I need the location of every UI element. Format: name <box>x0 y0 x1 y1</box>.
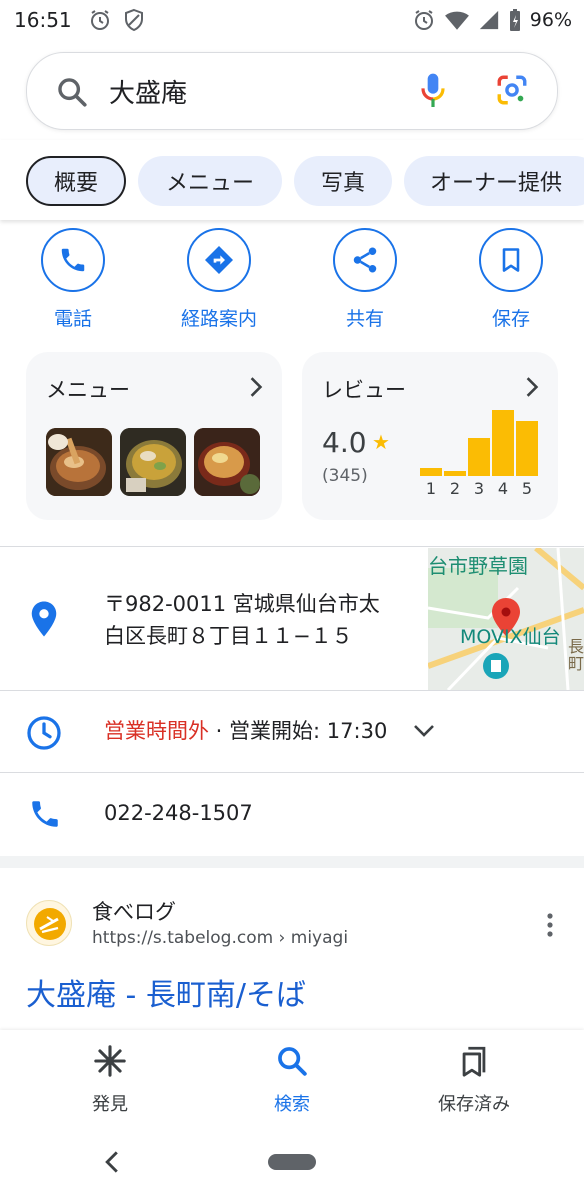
tab-menu[interactable]: メニュー <box>138 156 282 206</box>
saved-icon <box>462 1046 486 1077</box>
hours-opens: 営業開始: 17:30 <box>229 719 388 743</box>
save-label: 保存 <box>491 308 530 330</box>
result-title-link[interactable]: 大盛庵 - 長町南/そば <box>26 970 306 1014</box>
rating-bar-1 <box>420 468 442 476</box>
hours-separator: · <box>209 719 230 743</box>
star-icon: ★ <box>372 430 390 454</box>
share-label: 共有 <box>345 308 384 330</box>
nav-discover-label: 発見 <box>92 1094 128 1115</box>
search-icon <box>58 78 87 107</box>
battery-icon <box>509 9 520 31</box>
phone-icon <box>61 248 85 272</box>
phone-row[interactable]: 022-248-1507 <box>0 773 584 855</box>
chevron-right-icon <box>250 377 263 397</box>
status-icons-right: 96% <box>412 6 572 34</box>
review-card-title: レビュー <box>322 378 406 402</box>
bookmark-icon <box>502 248 520 272</box>
rating-bar-5 <box>516 421 538 476</box>
call-action[interactable]: 電話 <box>13 228 133 331</box>
search-icon <box>278 1047 307 1076</box>
map-label-park: 台市野草園 <box>428 554 528 578</box>
system-nav-bar <box>0 1140 584 1200</box>
tab-owner[interactable]: オーナー提供 <box>404 156 584 206</box>
rating-bar-label: 1 <box>425 479 437 498</box>
status-time: 16:51 <box>14 8 72 32</box>
rating-bar-label: 2 <box>449 479 461 498</box>
rating-bar-label: 3 <box>473 479 485 498</box>
call-label: 電話 <box>53 308 92 330</box>
battery-level: 96% <box>529 9 572 31</box>
review-card[interactable]: レビュー 4.0 ★ (345) 12345 <box>302 352 558 520</box>
alarm-icon <box>414 10 433 30</box>
menu-card-title: メニュー <box>46 378 130 402</box>
map-label-side: 長町 <box>568 637 584 673</box>
share-action[interactable]: 共有 <box>305 228 425 331</box>
map-thumbnail[interactable]: 台市野草園 MOVIX仙台 長町 <box>428 548 584 690</box>
rating-bar-3 <box>468 438 490 476</box>
tab-overview[interactable]: 概要 <box>26 156 126 206</box>
mic-icon[interactable] <box>419 71 447 111</box>
nav-search-label: 検索 <box>274 1094 310 1115</box>
review-count: (345) <box>322 466 368 486</box>
nav-saved-label: 保存済み <box>438 1094 510 1115</box>
rating-value: 4.0 <box>322 426 367 459</box>
rating-bar-label: 5 <box>521 479 533 498</box>
alarm-icon <box>91 10 109 30</box>
address-line-2: 白区長町８丁目１１−１５ <box>104 624 353 648</box>
chevron-right-icon <box>526 377 539 397</box>
home-handle[interactable] <box>268 1154 316 1170</box>
more-options-icon[interactable] <box>546 912 554 938</box>
location-pin-icon <box>31 601 57 637</box>
back-icon[interactable] <box>104 1150 120 1174</box>
phone-icon <box>32 801 58 827</box>
result-url[interactable]: https://s.tabelog.com › miyagi <box>92 928 348 948</box>
menu-photo-katsudon[interactable] <box>194 428 260 496</box>
tabelog-logo <box>26 900 72 946</box>
hours-text: 営業時間外 · 営業開始: 17:30 <box>104 715 387 747</box>
result-site-name: 食べログ <box>92 900 176 924</box>
rating-bar-4 <box>492 410 514 476</box>
signal-icon <box>479 10 498 30</box>
status-bar: 16:51 96% <box>0 0 584 40</box>
tab-photos[interactable]: 写真 <box>294 156 392 206</box>
discover-icon <box>94 1045 126 1077</box>
section-separator <box>0 856 584 868</box>
nav-discover[interactable]: 発見 <box>40 1044 180 1116</box>
share-icon <box>353 247 377 273</box>
divider <box>0 546 584 547</box>
nav-search[interactable]: 検索 <box>222 1044 362 1116</box>
hours-status: 営業時間外 <box>104 719 209 743</box>
phone-number: 022-248-1507 <box>104 801 253 825</box>
clock-icon <box>27 716 61 750</box>
search-input[interactable]: 大盛庵 <box>109 73 187 110</box>
menu-card[interactable]: メニュー <box>26 352 282 520</box>
bottom-nav: 発見 検索 保存済み <box>0 1030 584 1140</box>
nav-saved[interactable]: 保存済み <box>404 1044 544 1116</box>
map-label-movix: MOVIX仙台 <box>460 626 561 648</box>
directions-icon <box>205 246 233 274</box>
directions-action[interactable]: 経路案内 <box>159 228 279 331</box>
chevron-down-icon[interactable] <box>412 723 436 739</box>
search-bar[interactable]: 大盛庵 <box>26 52 558 130</box>
shield-icon <box>125 8 143 32</box>
hours-row[interactable]: 営業時間外 · 営業開始: 17:30 <box>0 691 584 771</box>
rating-bar-2 <box>444 471 466 476</box>
menu-photo-tempura-soba[interactable] <box>46 428 112 496</box>
rating-bar-label: 4 <box>497 479 509 498</box>
address-line-1: 〒982-0011 宮城県仙台市太 <box>104 592 380 616</box>
menu-photo-curry-soba[interactable] <box>120 428 186 496</box>
status-icons-left <box>88 6 146 34</box>
lens-icon[interactable] <box>495 73 529 107</box>
tab-bar: 概要 メニュー 写真 オーナー提供 <box>0 140 584 220</box>
save-action[interactable]: 保存 <box>451 228 571 331</box>
directions-label: 経路案内 <box>180 308 257 330</box>
wifi-icon <box>444 11 469 30</box>
